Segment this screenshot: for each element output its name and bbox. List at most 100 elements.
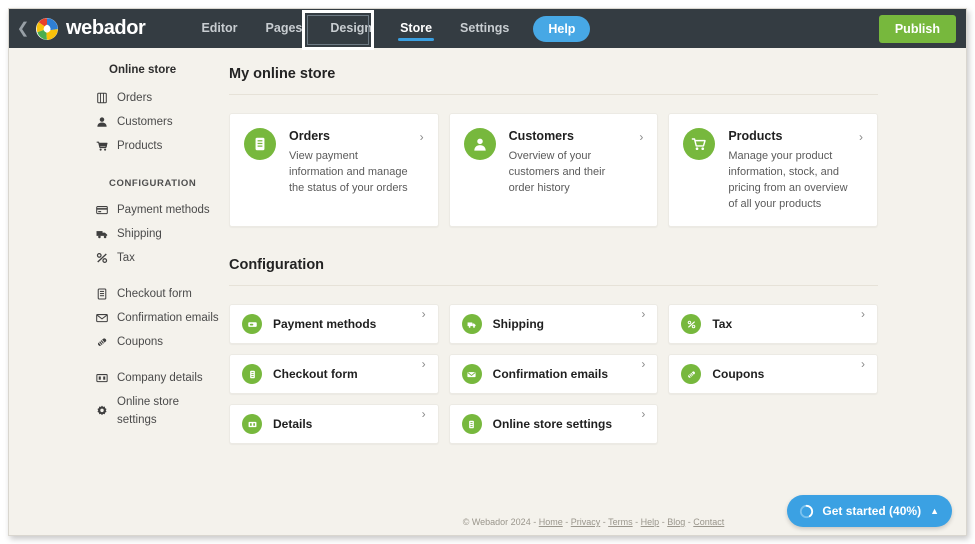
nav-item-settings[interactable]: Settings [446,9,523,48]
footer-link-contact[interactable]: Contact [693,517,724,527]
chevron-right-icon: › [421,407,426,421]
sidebar-item-company-details[interactable]: Company details [9,366,221,390]
footer-link-privacy[interactable]: Privacy [571,517,601,527]
config-card-label: Checkout form [273,367,358,381]
sidebar-item-tax[interactable]: Tax [9,246,221,270]
webador-logo-icon [35,17,59,41]
nav-item-store[interactable]: Store [386,9,446,48]
progress-ring-icon [799,504,814,519]
sidebar-item-orders[interactable]: Orders [9,86,221,110]
chevron-right-icon: › [861,357,865,371]
brand-logo[interactable]: webador [35,17,146,41]
card-customers[interactable]: Customers Overview of your customers and… [448,113,659,227]
sidebar-item-label: Coupons [117,336,164,348]
config-card-confirmation-emails[interactable]: Confirmation emails › [448,354,659,394]
config-card-tax[interactable]: Tax › [668,304,878,344]
chevron-right-icon: › [859,130,863,144]
sidebar-item-confirmation-emails[interactable]: Confirmation emails [9,306,221,330]
card-title: Orders [289,129,330,143]
customers-icon [95,115,109,129]
sidebar-item-label: Confirmation emails [117,312,219,324]
card-orders[interactable]: Orders View payment information and mana… [229,113,439,227]
chevron-right-icon: › [861,307,865,321]
sidebar-item-online-store-settings[interactable]: Online store settings [9,390,221,432]
chevron-right-icon: › [421,307,426,321]
online-store-settings-icon [461,414,482,434]
footer-link-help[interactable]: Help [641,517,660,527]
sidebar-item-products[interactable]: Products [9,134,221,158]
sidebar-item-payment-methods[interactable]: Payment methods [9,198,221,222]
caret-up-icon: ▲ [930,506,939,516]
nav-item-editor[interactable]: Editor [187,9,251,48]
form-icon [95,287,109,301]
sidebar-item-label: Checkout form [117,288,192,300]
footer-separator: - [687,517,691,527]
coupon-icon [95,335,109,349]
footer-link-blog[interactable]: Blog [667,517,685,527]
card-title: Products [728,129,783,143]
credit-card-icon [95,203,109,217]
footer-link-home[interactable]: Home [539,517,563,527]
config-card-label: Tax [712,317,733,331]
top-navigation-bar: ❮ webador Editor Pages Design Store Sett… [9,9,966,50]
get-started-button[interactable]: Get started (40%) ▲ [787,495,952,527]
card-products[interactable]: Products Manage your product information… [668,113,878,227]
envelope-icon [95,311,109,325]
orders-icon [244,128,276,160]
nav-item-design[interactable]: Design [316,9,386,48]
page-body: Online store Orders Customers Products C… [9,48,966,535]
brand-name: webador [66,17,146,39]
card-description: View payment information and manage the … [289,150,408,194]
chevron-right-icon: › [421,357,426,371]
config-card-label: Details [273,417,313,431]
page-title: My online store [229,66,336,82]
envelope-icon [461,364,482,384]
app-window: ❮ webador Editor Pages Design Store Sett… [8,8,967,536]
gear-icon [95,404,109,418]
chevron-right-icon: › [641,307,646,321]
config-card-online-store-settings[interactable]: Online store settings › [448,404,659,444]
publish-button[interactable]: Publish [878,14,956,43]
config-card-shipping[interactable]: Shipping › [448,304,659,344]
chevron-right-icon: › [639,130,644,144]
config-card-label: Payment methods [273,317,377,331]
title-divider [229,94,878,95]
building-icon [242,414,262,434]
config-card-payment-methods[interactable]: Payment methods › [229,304,439,344]
config-card-checkout-form[interactable]: Checkout form › [229,354,439,394]
configuration-title: Configuration [229,257,325,273]
sidebar-item-label: Company details [117,372,203,384]
building-icon [95,371,109,385]
percent-icon [681,314,702,334]
sidebar-item-coupons[interactable]: Coupons [9,330,221,354]
chevron-right-icon: › [641,407,646,421]
sidebar-item-label: Tax [117,252,135,264]
sidebar: Online store Orders Customers Products C… [9,48,221,535]
footer-separator: - [661,517,665,527]
sidebar-item-label: Online store settings [117,396,180,426]
chevron-right-icon: › [419,130,424,144]
sidebar-item-customers[interactable]: Customers [9,110,221,134]
footer-link-terms[interactable]: Terms [608,517,633,527]
sidebar-item-checkout-form[interactable]: Checkout form [9,282,221,306]
card-description: Overview of your customers and their ord… [508,150,606,194]
truck-icon [461,314,482,334]
sidebar-item-label: Orders [117,92,153,104]
sidebar-item-shipping[interactable]: Shipping [9,222,221,246]
back-chevron-icon[interactable]: ❮ [15,9,31,48]
card-title: Customers [508,129,574,143]
config-card-coupons[interactable]: Coupons › [668,354,878,394]
config-card-details[interactable]: Details › [229,404,439,444]
help-button[interactable]: Help [533,15,591,42]
footer-separator: - [635,517,639,527]
products-cart-icon [683,128,716,160]
main-nav: Editor Pages Design Store Settings Help [187,9,591,48]
sidebar-item-label: Payment methods [117,204,210,216]
nav-item-pages[interactable]: Pages [252,9,317,48]
sidebar-item-label: Shipping [117,228,162,240]
card-description: Manage your product information, stock, … [728,150,848,210]
